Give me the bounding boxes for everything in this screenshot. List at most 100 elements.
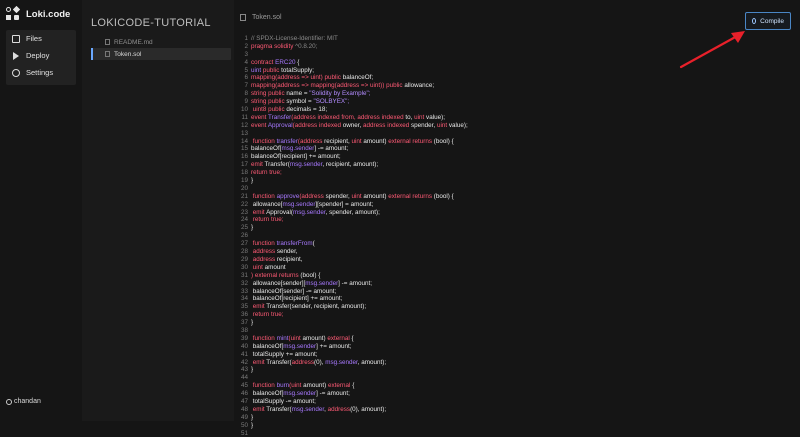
code-token: spender, (411, 121, 437, 129)
code-token: (address (299, 192, 326, 200)
code-line: 23 emit Approval(msg.sender, spender, am… (234, 209, 734, 217)
code-text: } (251, 414, 253, 422)
code-line: 20 (234, 185, 734, 193)
nav-item-deploy[interactable]: Deploy (6, 47, 76, 64)
code-line: 49} (234, 414, 734, 422)
main-nav: Files Deploy Settings (6, 30, 76, 85)
code-line: 35 emit Transfer(sender, recipient, amou… (234, 303, 734, 311)
code-token: msg.sender (281, 145, 315, 153)
line-number: 13 (240, 129, 248, 137)
line-number: 10 (240, 106, 248, 114)
code-text: return true; (251, 169, 282, 177)
line-number: 17 (240, 161, 248, 169)
code-line: 13 (234, 130, 734, 138)
code-text: emit Transfer(address(0), msg.sender, am… (251, 359, 386, 367)
code-token: event (251, 121, 268, 129)
code-text: string public name = "Solidity by Exampl… (251, 90, 370, 98)
code-area[interactable]: 1// SPDX-License-Identifier: MIT 2 pragma … (234, 35, 734, 437)
code-token: msg.sender (283, 342, 317, 350)
code-token: function (251, 137, 277, 145)
code-line: 33 balanceOf[sender] -= amount; (234, 288, 734, 296)
code-token: msg.sender (282, 200, 316, 208)
code-text: } (251, 319, 253, 327)
code-text: allowance[msg.sender][spender] = amount; (251, 200, 374, 209)
line-number: 35 (240, 303, 248, 311)
code-token: (0), amount); (350, 405, 387, 413)
editor-tab-label: Token.sol (252, 14, 282, 21)
code-token: Transfer (268, 113, 292, 121)
code-line: 43} (234, 366, 734, 374)
line-number: 30 (240, 263, 248, 271)
code-text: balanceOf[sender] -= amount; (251, 287, 337, 296)
code-line: 42 emit Transfer(address(0), msg.sender,… (234, 359, 734, 367)
line-number: 37 (240, 319, 248, 327)
code-text: function transferFrom( (251, 240, 315, 248)
code-token: balanceOf[ (251, 390, 284, 398)
code-token: (bool) { (433, 192, 454, 200)
code-token: emit (251, 161, 265, 169)
code-token: ( (312, 240, 315, 248)
user-account[interactable]: chandan (6, 398, 41, 405)
code-token: emit (251, 405, 267, 413)
code-token: emit (251, 303, 267, 311)
code-token: msg.sender (293, 208, 326, 216)
code-text: return true; (251, 216, 284, 224)
code-token: , recipient, amount); (322, 161, 379, 169)
line-number: 19 (240, 177, 248, 185)
code-token: uint (351, 137, 364, 145)
editor-tab[interactable]: Token.sol (240, 14, 282, 21)
compile-label: Compile (760, 17, 784, 25)
line-number: 42 (240, 358, 248, 366)
code-token: amount) (363, 192, 389, 200)
line-number: 33 (240, 287, 248, 295)
line-number: 34 (240, 295, 248, 303)
code-line: 45 function burn(uint amount) external { (234, 382, 734, 390)
code-token: recipient, (276, 255, 303, 263)
code-line: 1// SPDX-License-Identifier: MIT (234, 35, 734, 43)
code-text: } (251, 177, 253, 185)
code-token: } (251, 421, 254, 429)
code-line: 3 (234, 51, 734, 59)
code-text: function mint(uint amount) external { (251, 335, 354, 343)
code-line: 50} (234, 422, 734, 430)
line-number: 21 (240, 192, 248, 200)
code-text: string public symbol = "SOLBYEX"; (251, 98, 349, 106)
code-line: 19} (234, 177, 734, 185)
code-token: ] -= amount; (316, 390, 350, 398)
line-number: 28 (240, 248, 248, 256)
line-number: 20 (240, 184, 248, 192)
code-token: balanceOf[sender] -= amount; (251, 287, 337, 295)
code-text: balanceOf[msg.sender] -= amount; (251, 390, 350, 398)
line-number: 36 (240, 311, 248, 319)
line-number: 31 (240, 271, 248, 279)
code-token: uint (351, 192, 364, 200)
code-token: balanceOf[ (251, 342, 284, 350)
line-number: 12 (240, 121, 248, 129)
code-line: 26 (234, 232, 734, 240)
code-token: balanceOf[recipient] += amount; (251, 295, 343, 303)
file-name: Token.sol (114, 50, 142, 58)
code-token: decimals = 18; (286, 106, 328, 114)
code-token: ][spender] = amount; (315, 200, 374, 208)
code-token: (uint (288, 334, 303, 342)
code-line: 9 string public symbol = "SOLBYEX"; (234, 98, 734, 106)
code-line: 29 address recipient, (234, 256, 734, 264)
code-token: balanceOf[ (251, 145, 282, 153)
code-text: event Approval(address indexed owner, ad… (251, 122, 468, 130)
code-token: (bool) { (300, 271, 321, 279)
code-token: to, (405, 113, 415, 121)
code-token: public (262, 66, 282, 74)
file-item-token[interactable]: Token.sol (91, 48, 231, 60)
nav-item-files[interactable]: Files (6, 30, 76, 47)
file-item-readme[interactable]: README.md (91, 36, 231, 48)
gear-icon (12, 68, 20, 77)
user-icon (6, 398, 12, 405)
code-token: { (351, 334, 354, 342)
file-icon (105, 39, 110, 45)
project-title: LOKICODE-TUTORIAL (91, 17, 211, 29)
line-number: 16 (240, 153, 248, 161)
line-number: 3 (244, 50, 248, 58)
line-number: 38 (240, 326, 248, 334)
compile-button[interactable]: Compile (745, 12, 791, 30)
nav-item-settings[interactable]: Settings (6, 64, 76, 81)
